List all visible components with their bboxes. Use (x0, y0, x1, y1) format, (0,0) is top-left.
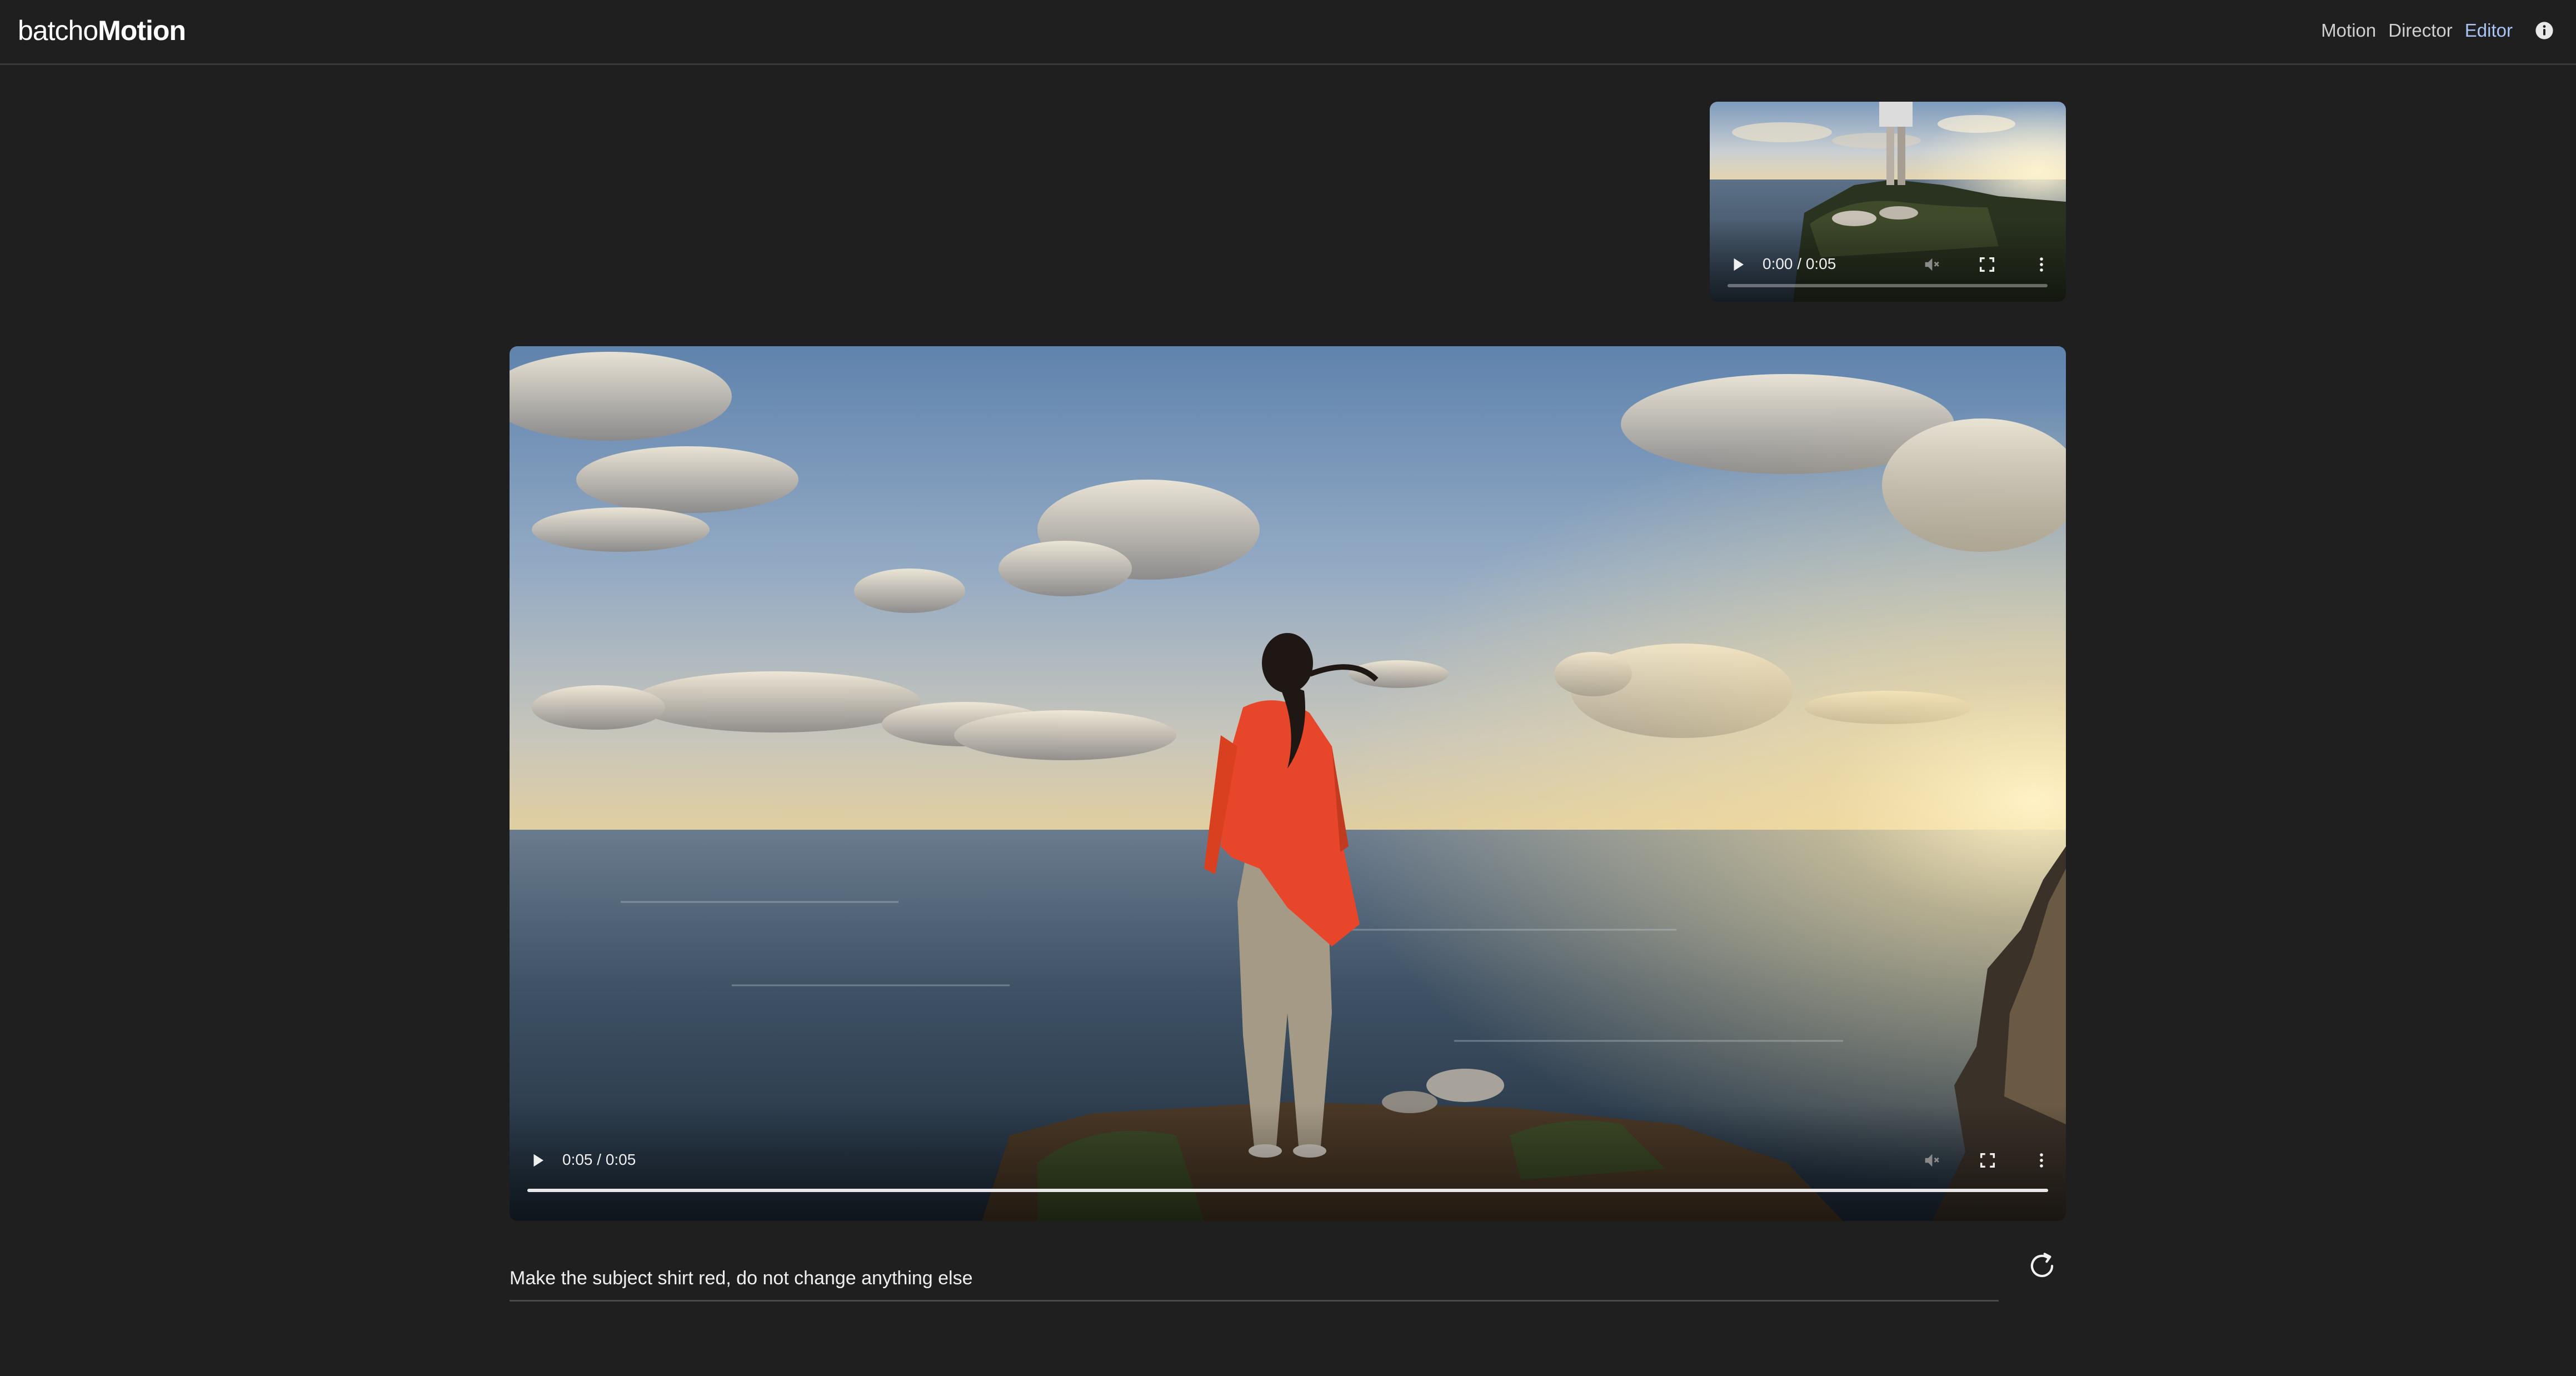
volume-muted-icon[interactable] (1922, 1151, 1941, 1170)
more-vertical-icon[interactable] (2032, 255, 2051, 274)
play-icon[interactable] (1730, 256, 1746, 273)
edited-video-frame (510, 346, 2066, 1221)
edited-video-progress[interactable] (527, 1189, 2048, 1192)
source-video-time: 0:00 / 0:05 (1763, 255, 1836, 272)
volume-muted-icon[interactable] (1922, 255, 1941, 274)
edited-video-progress-fill (527, 1189, 2048, 1192)
nav-motion[interactable]: Motion (2321, 20, 2376, 41)
edited-video-player[interactable]: 0:05 / 0:05 (510, 346, 2066, 1221)
info-icon[interactable] (2535, 21, 2554, 40)
logo-light-text: batcho (18, 15, 98, 46)
nav-editor[interactable]: Editor (2465, 20, 2513, 41)
edited-video-controls: 0:05 / 0:05 (510, 1104, 2066, 1221)
app-header: batchoMotion Motion Director Editor (0, 0, 2576, 65)
nav-director[interactable]: Director (2388, 20, 2453, 41)
main-nav: Motion Director Editor (2321, 20, 2513, 41)
logo-bold-text: Motion (98, 15, 186, 46)
source-video-progress[interactable] (1728, 284, 2048, 287)
play-icon[interactable] (530, 1152, 546, 1169)
refresh-icon (2030, 1253, 2054, 1278)
edited-video-time: 0:05 / 0:05 (562, 1151, 636, 1168)
source-video-player[interactable]: 0:00 / 0:05 (1710, 102, 2066, 302)
source-video-controls: 0:00 / 0:05 (1710, 218, 2066, 302)
edit-prompt-input[interactable] (510, 1257, 1999, 1302)
regenerate-button[interactable] (2025, 1249, 2059, 1283)
fullscreen-icon[interactable] (1978, 1151, 1997, 1170)
fullscreen-icon[interactable] (1978, 255, 1996, 274)
logo[interactable]: batchoMotion (18, 14, 186, 47)
more-vertical-icon[interactable] (2032, 1151, 2051, 1170)
